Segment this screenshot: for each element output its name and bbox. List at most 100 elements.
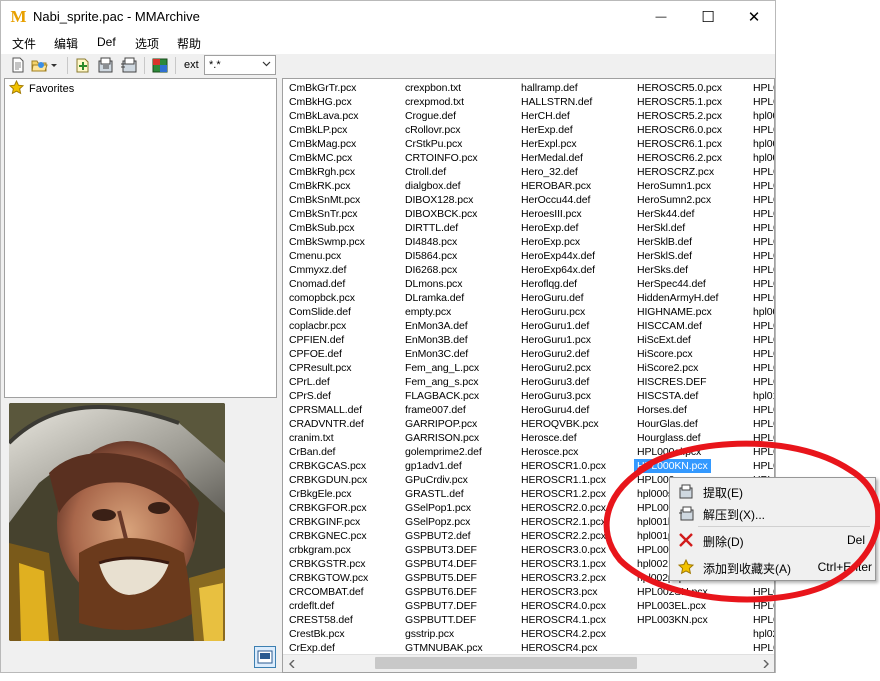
file-list-item[interactable]: HPL0 bbox=[750, 179, 774, 193]
file-list[interactable]: CmBkGrTr.pcx CmBkHG.pcx CmBkLava.pcx CmBkLP… bbox=[282, 78, 775, 673]
ctx-delete[interactable]: 删除(D) Del bbox=[672, 529, 873, 551]
file-list-item[interactable]: Herosce.def bbox=[518, 431, 606, 445]
file-list-item[interactable]: GSPBUT4.DEF bbox=[402, 557, 483, 571]
file-list-item[interactable]: HEROSCR6.0.pcx bbox=[634, 123, 722, 137]
file-list-item[interactable]: HPL002SH.pcx bbox=[634, 585, 722, 599]
file-list-item[interactable]: HerSkl.def bbox=[634, 221, 722, 235]
file-list-item[interactable]: CRTOINFO.pcx bbox=[402, 151, 483, 165]
file-list-item[interactable]: EnMon3C.def bbox=[402, 347, 483, 361]
file-list-item[interactable]: HEROSCR2.2.pcx bbox=[518, 529, 606, 543]
favorites-tree[interactable]: Favorites bbox=[4, 78, 277, 398]
file-list-item[interactable]: crdeflt.def bbox=[286, 599, 368, 613]
scrollbar-thumb[interactable] bbox=[375, 657, 637, 669]
file-list-item[interactable]: HiScExt.def bbox=[634, 333, 722, 347]
file-list-item[interactable]: HEROSCR5.1.pcx bbox=[634, 95, 722, 109]
file-list-item[interactable]: HerMedal.def bbox=[518, 151, 606, 165]
file-list-item[interactable]: HeroGuru3.pcx bbox=[518, 389, 606, 403]
file-list-item[interactable]: CRCOMBAT.def bbox=[286, 585, 368, 599]
file-list-item[interactable]: HeroGuru3.def bbox=[518, 375, 606, 389]
file-list-item[interactable]: HEROSCR4.pcx bbox=[518, 641, 606, 655]
file-list-item[interactable]: HPL0 bbox=[750, 361, 774, 375]
file-list-item[interactable]: CmBkSub.pcx bbox=[286, 221, 368, 235]
file-list-item[interactable]: HEROSCR2.1.pcx bbox=[518, 515, 606, 529]
open-folder-icon[interactable] bbox=[30, 56, 48, 74]
file-list-item[interactable]: CRBKGSTR.pcx bbox=[286, 557, 368, 571]
file-list-item[interactable]: EnMon3B.def bbox=[402, 333, 483, 347]
file-list-item[interactable]: HPL0 bbox=[750, 221, 774, 235]
file-list-item[interactable]: gp1adv1.def bbox=[402, 459, 483, 473]
file-list-item[interactable]: HPL0 bbox=[750, 599, 774, 613]
file-list-item[interactable]: HPL0 bbox=[750, 165, 774, 179]
file-list-item[interactable]: golemprime2.def bbox=[402, 445, 483, 459]
file-list-item[interactable]: GSelPop1.pcx bbox=[402, 501, 483, 515]
extract-all-icon[interactable] bbox=[120, 56, 138, 74]
file-list-item[interactable]: CrExp.def bbox=[286, 641, 368, 655]
file-list-item[interactable]: CPrL.def bbox=[286, 375, 368, 389]
file-list-item[interactable]: GARRISON.pcx bbox=[402, 431, 483, 445]
file-list-item[interactable]: HEROQVBK.pcx bbox=[518, 417, 606, 431]
file-list-item[interactable]: CRBKGNEC.pcx bbox=[286, 529, 368, 543]
file-list-item[interactable]: DI6268.pcx bbox=[402, 263, 483, 277]
maximize-button[interactable]: ☐ bbox=[685, 1, 731, 32]
file-list-item[interactable]: HeroesIII.pcx bbox=[518, 207, 606, 221]
file-list-item[interactable]: ComSlide.def bbox=[286, 305, 368, 319]
file-list-item[interactable]: CmBkRK.pcx bbox=[286, 179, 368, 193]
file-list-item[interactable]: HeroSumn2.pcx bbox=[634, 193, 722, 207]
file-list-item[interactable]: HourGlas.def bbox=[634, 417, 722, 431]
file-list-item[interactable]: HerExpl.pcx bbox=[518, 137, 606, 151]
file-list-item[interactable]: HiScore.pcx bbox=[634, 347, 722, 361]
file-list-item[interactable]: HeroGuru2.pcx bbox=[518, 361, 606, 375]
file-list-item[interactable]: HeroExp44x.def bbox=[518, 249, 606, 263]
file-list-item[interactable]: comopbck.pcx bbox=[286, 291, 368, 305]
file-list-item[interactable]: HPL0 bbox=[750, 641, 774, 655]
file-list-item[interactable]: HPL0 bbox=[750, 459, 774, 473]
file-list-item[interactable]: GSPBUTT.DEF bbox=[402, 613, 483, 627]
file-list-item[interactable]: hpl00 bbox=[750, 305, 774, 319]
file-list-item[interactable]: HeroExp.pcx bbox=[518, 235, 606, 249]
file-list-item[interactable]: DIRTTL.def bbox=[402, 221, 483, 235]
file-list-item[interactable]: HEROSCR1.2.pcx bbox=[518, 487, 606, 501]
file-list-item[interactable]: CrestBk.pcx bbox=[286, 627, 368, 641]
file-list-item[interactable]: DLramka.def bbox=[402, 291, 483, 305]
file-list-item[interactable]: CmBkSnMt.pcx bbox=[286, 193, 368, 207]
file-list-item[interactable]: HPL0 bbox=[750, 207, 774, 221]
file-list-item[interactable]: HPL0 bbox=[750, 319, 774, 333]
file-list-item[interactable]: HPL0 bbox=[750, 123, 774, 137]
file-list-item[interactable]: Cnomad.def bbox=[286, 277, 368, 291]
file-list-item[interactable]: CmBkRgh.pcx bbox=[286, 165, 368, 179]
archive-icon[interactable] bbox=[151, 56, 169, 74]
file-list-item[interactable]: GSPBUT5.DEF bbox=[402, 571, 483, 585]
file-list-item[interactable]: Crogue.def bbox=[402, 109, 483, 123]
file-list-item[interactable]: CPrS.def bbox=[286, 389, 368, 403]
file-list-item[interactable]: HPL000el.pcx bbox=[634, 445, 722, 459]
file-list-item[interactable]: HPL0 bbox=[750, 403, 774, 417]
file-list-item[interactable]: gsstrip.pcx bbox=[402, 627, 483, 641]
file-list-item[interactable]: Cmenu.pcx bbox=[286, 249, 368, 263]
file-list-item[interactable]: GSPBUT7.DEF bbox=[402, 599, 483, 613]
file-list-item[interactable]: CPRSMALL.def bbox=[286, 403, 368, 417]
ctx-extract[interactable]: 提取(E) bbox=[672, 480, 873, 502]
file-list-item[interactable]: GSelPopz.pcx bbox=[402, 515, 483, 529]
file-list-item[interactable]: HeroGuru4.def bbox=[518, 403, 606, 417]
file-list-item[interactable]: HEROSCRZ.pcx bbox=[634, 165, 722, 179]
ext-filter-combobox[interactable]: *.* bbox=[204, 55, 276, 75]
file-list-item[interactable]: CmBkSnTr.pcx bbox=[286, 207, 368, 221]
file-list-item[interactable]: cRollovr.pcx bbox=[402, 123, 483, 137]
file-list-item[interactable]: Ctroll.def bbox=[402, 165, 483, 179]
file-list-item[interactable]: CrStkPu.pcx bbox=[402, 137, 483, 151]
file-list-item[interactable]: DLmons.pcx bbox=[402, 277, 483, 291]
file-list-item[interactable]: coplacbr.pcx bbox=[286, 319, 368, 333]
ctx-extract-to[interactable]: 解压到(X)... bbox=[672, 502, 873, 524]
file-list-item[interactable]: CmBkGrTr.pcx bbox=[286, 81, 368, 95]
file-list-item[interactable]: HISCSTA.def bbox=[634, 389, 722, 403]
file-list-item[interactable]: empty.pcx bbox=[402, 305, 483, 319]
file-list-item[interactable]: cranim.txt bbox=[286, 431, 368, 445]
file-list-item[interactable]: HPL0 bbox=[750, 235, 774, 249]
file-list-item[interactable]: CPFIEN.def bbox=[286, 333, 368, 347]
file-list-item[interactable]: HPL0 bbox=[750, 431, 774, 445]
file-list-item[interactable]: Cmmyxz.def bbox=[286, 263, 368, 277]
file-list-item[interactable]: crexpmod.txt bbox=[402, 95, 483, 109]
file-list-item[interactable]: HiddenArmyH.def bbox=[634, 291, 722, 305]
file-list-item[interactable]: HeroGuru2.def bbox=[518, 347, 606, 361]
file-list-item[interactable]: HPL0 bbox=[750, 249, 774, 263]
